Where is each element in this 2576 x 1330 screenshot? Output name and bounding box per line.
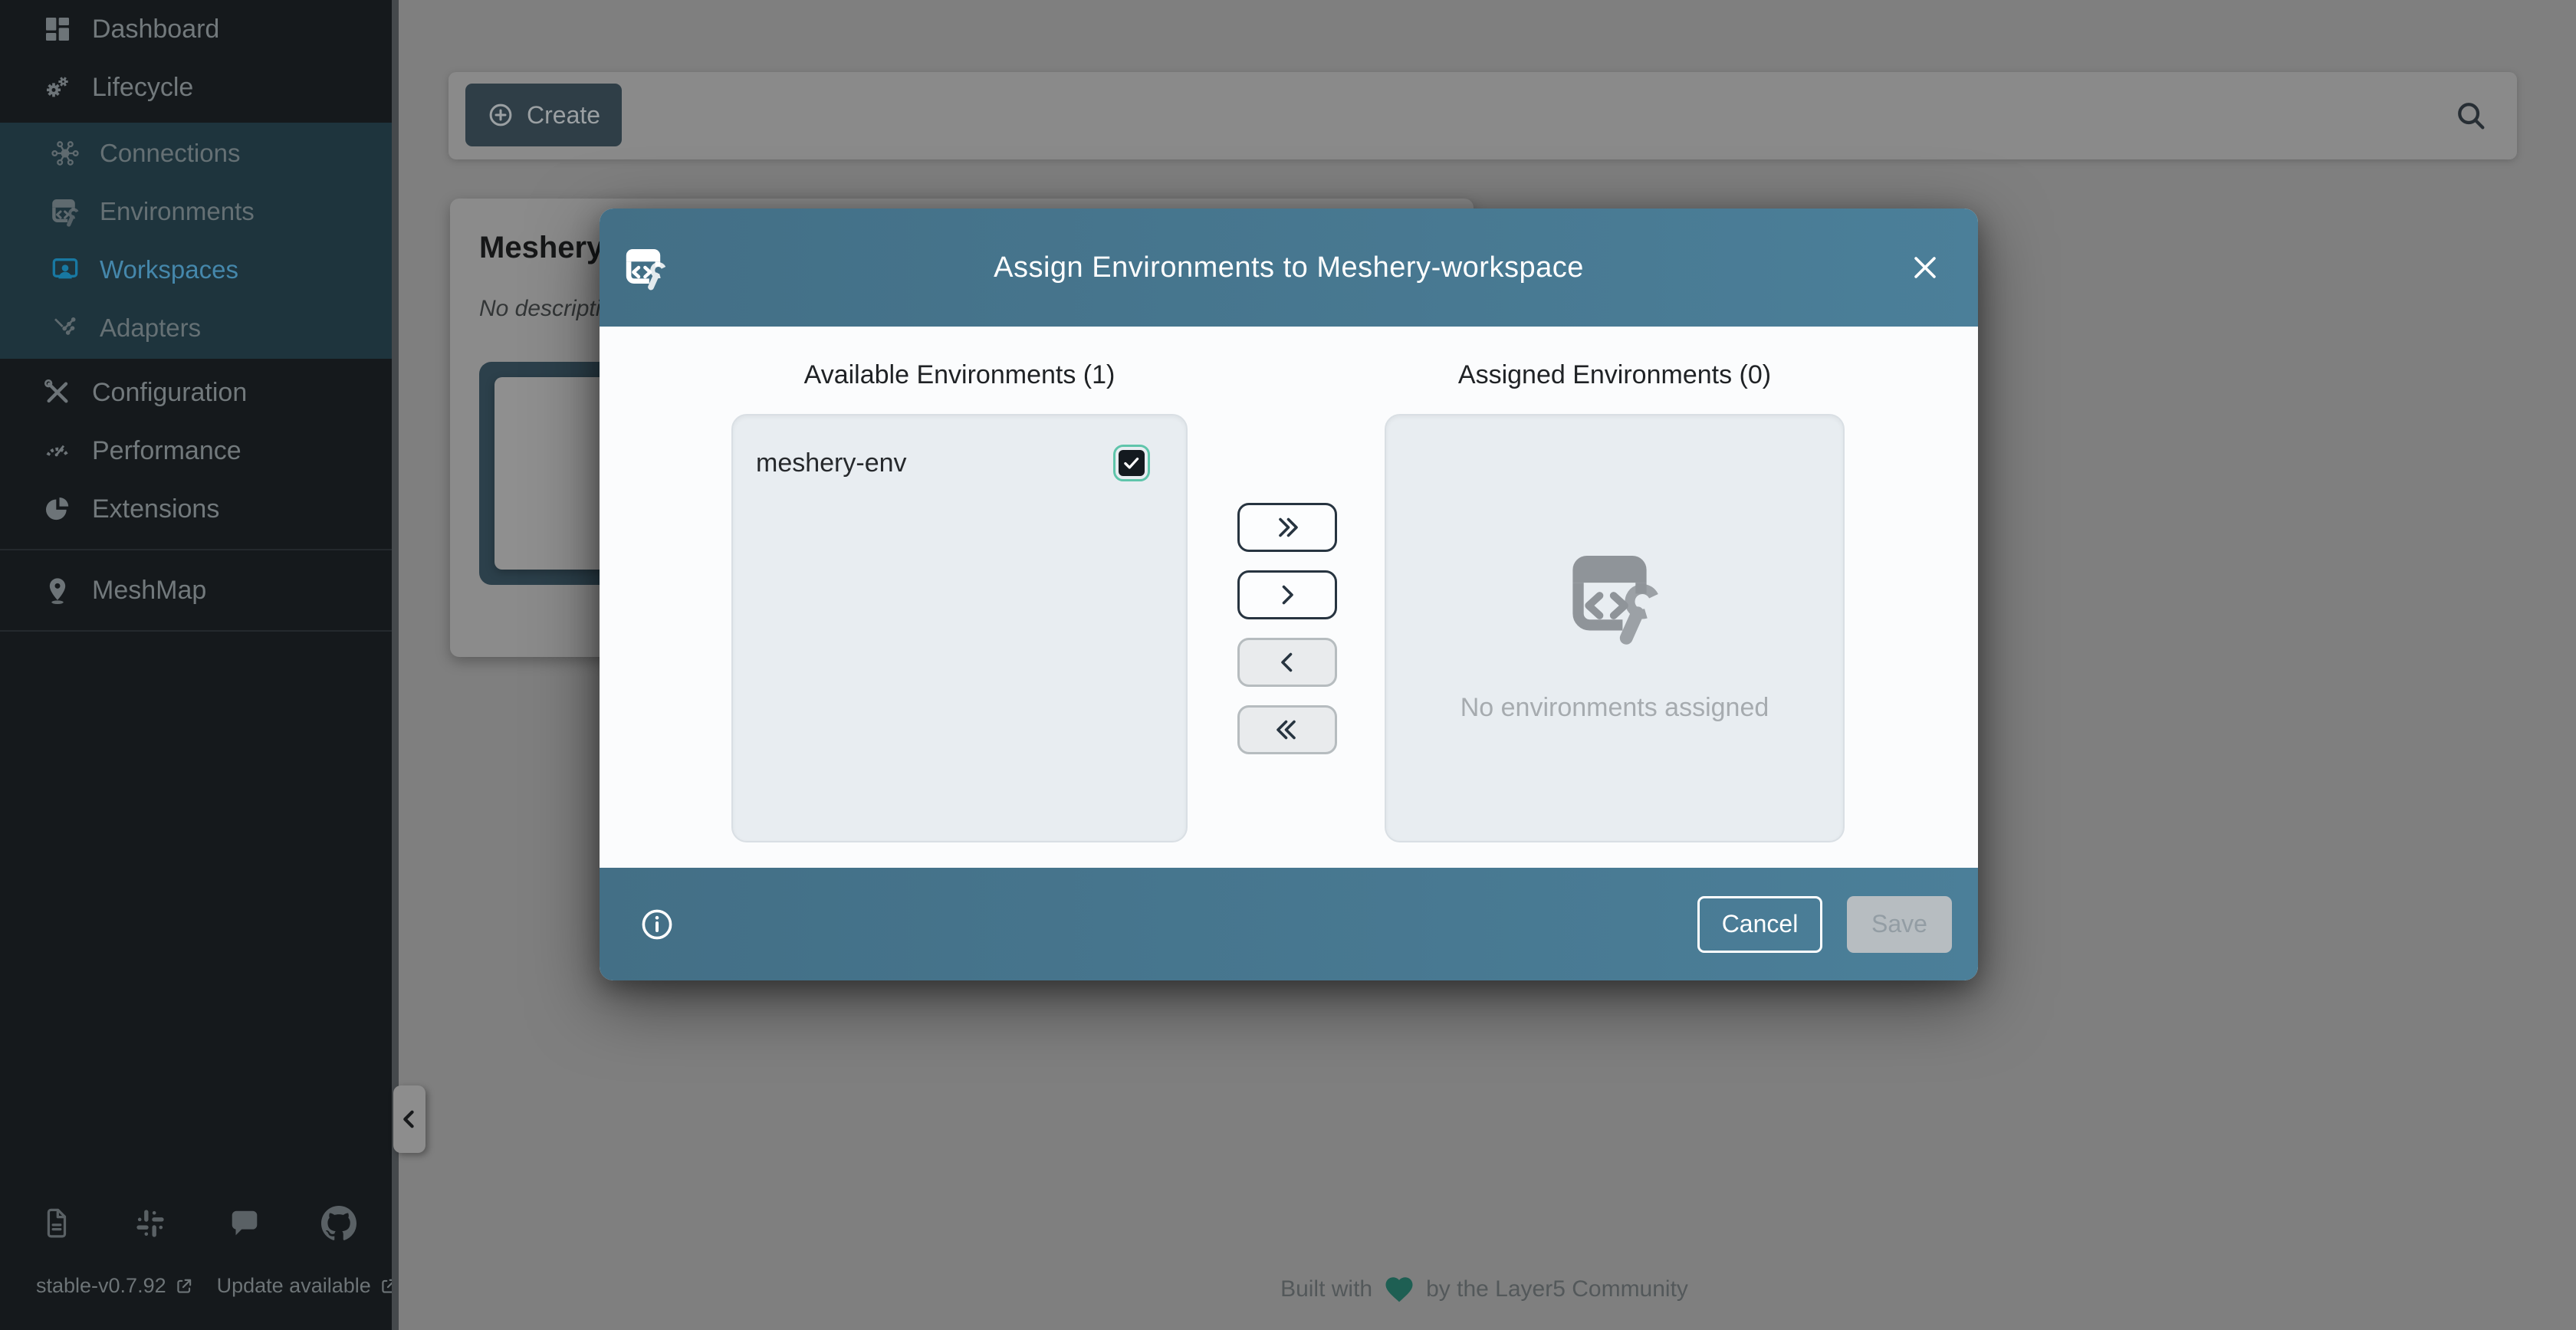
sidebar-item-performance[interactable]: Performance (0, 422, 393, 480)
configuration-icon (41, 376, 74, 409)
lifecycle-submenu: Connections Environments Workspaces (0, 123, 393, 359)
chevron-left-icon (396, 1106, 422, 1132)
environments-icon (49, 195, 81, 228)
environment-list-item[interactable]: meshery-env (756, 432, 1151, 494)
lifecycle-icon (41, 71, 74, 103)
heart-icon (1383, 1273, 1415, 1305)
info-button[interactable] (635, 902, 679, 947)
sidebar-collapse-button[interactable] (393, 1085, 426, 1153)
sidebar-item-extensions[interactable]: Extensions (0, 480, 393, 538)
assign-environments-modal: Assign Environments to Meshery-workspace… (600, 209, 1978, 980)
move-all-left-button[interactable] (1237, 705, 1337, 754)
sidebar-item-environments[interactable]: Environments (0, 182, 393, 241)
modal-footer: Cancel Save (600, 868, 1978, 980)
cancel-button-label: Cancel (1722, 910, 1799, 938)
assigned-environments-list: No environments assigned (1385, 414, 1845, 842)
workspaces-icon (49, 254, 81, 286)
create-button-label: Create (527, 101, 600, 130)
sidebar-item-workspaces[interactable]: Workspaces (0, 241, 393, 299)
chevron-right-icon (1273, 581, 1301, 609)
transfer-controls (1237, 503, 1337, 754)
update-available-link[interactable]: Update available (217, 1274, 399, 1298)
cancel-button[interactable]: Cancel (1697, 896, 1822, 953)
extensions-icon (41, 493, 74, 525)
sidebar-item-label: Extensions (92, 494, 219, 524)
close-button[interactable] (1903, 245, 1947, 290)
sidebar-divider (0, 549, 393, 550)
search-icon (2453, 98, 2489, 133)
page-footer: Built with by the Layer5 Community (393, 1273, 2576, 1305)
sidebar: Dashboard Lifecycle (0, 0, 393, 1330)
checkmark-icon (1122, 453, 1142, 473)
workspaces-toolbar: Create (449, 72, 2517, 159)
sidebar-item-label: MeshMap (92, 576, 206, 606)
environment-checkbox[interactable] (1119, 450, 1145, 476)
meshmap-icon (41, 574, 74, 606)
move-selected-right-button[interactable] (1237, 570, 1337, 619)
sidebar-item-meshmap[interactable]: MeshMap (0, 561, 393, 619)
sidebar-item-label: Environments (100, 197, 255, 226)
sidebar-item-label: Workspaces (100, 255, 238, 284)
document-icon[interactable] (38, 1205, 74, 1242)
assigned-environments-heading: Assigned Environments (0) (1385, 360, 1845, 390)
connections-icon (49, 137, 81, 169)
empty-state-message: No environments assigned (1460, 693, 1769, 723)
move-all-right-button[interactable] (1237, 503, 1337, 552)
modal-body: Available Environments (1) Assigned Envi… (600, 327, 1978, 868)
external-link-icon (174, 1276, 194, 1296)
performance-icon (41, 435, 74, 467)
sidebar-divider (0, 630, 393, 632)
sidebar-item-label: Adapters (100, 314, 201, 343)
github-icon[interactable] (320, 1205, 357, 1242)
modal-header: Assign Environments to Meshery-workspace (600, 209, 1978, 327)
search-button[interactable] (2446, 91, 2496, 140)
sidebar-item-dashboard[interactable]: Dashboard (0, 0, 393, 58)
sidebar-item-connections[interactable]: Connections (0, 124, 393, 182)
sidebar-item-configuration[interactable]: Configuration (0, 363, 393, 422)
version-label: stable-v0.7.92 (36, 1274, 166, 1298)
create-button[interactable]: Create (465, 84, 622, 146)
plus-circle-icon (487, 101, 514, 129)
chevron-left-icon (1273, 649, 1301, 676)
save-button[interactable]: Save (1847, 896, 1952, 953)
environment-icon (1565, 546, 1664, 645)
double-chevron-left-icon (1273, 716, 1301, 744)
sidebar-item-label: Lifecycle (92, 73, 193, 103)
save-button-label: Save (1871, 910, 1927, 938)
sidebar-footer: stable-v0.7.92 Update available (0, 1205, 393, 1330)
slack-icon[interactable] (132, 1205, 169, 1242)
double-chevron-right-icon (1273, 514, 1301, 541)
modal-title: Assign Environments to Meshery-workspace (600, 251, 1978, 284)
version-link[interactable]: stable-v0.7.92 (36, 1274, 194, 1298)
move-selected-left-button[interactable] (1237, 638, 1337, 687)
update-label: Update available (217, 1274, 371, 1298)
close-icon (1908, 251, 1942, 284)
sidebar-item-label: Performance (92, 436, 242, 466)
footer-text-prefix: Built with (1280, 1276, 1372, 1302)
available-environments-list: meshery-env (731, 414, 1188, 842)
sidebar-item-lifecycle[interactable]: Lifecycle (0, 58, 393, 117)
available-environments-heading: Available Environments (1) (731, 360, 1188, 390)
dashboard-icon (41, 13, 74, 45)
sidebar-item-label: Configuration (92, 378, 247, 408)
empty-state: No environments assigned (1386, 415, 1843, 841)
environment-name: meshery-env (756, 448, 907, 478)
sidebar-item-label: Connections (100, 139, 240, 168)
chat-icon[interactable] (226, 1205, 263, 1242)
sidebar-item-label: Dashboard (92, 15, 219, 44)
footer-text-suffix: by the Layer5 Community (1426, 1276, 1688, 1302)
sidebar-item-adapters[interactable]: Adapters (0, 299, 393, 357)
adapters-icon (49, 312, 81, 344)
info-icon (639, 906, 675, 943)
